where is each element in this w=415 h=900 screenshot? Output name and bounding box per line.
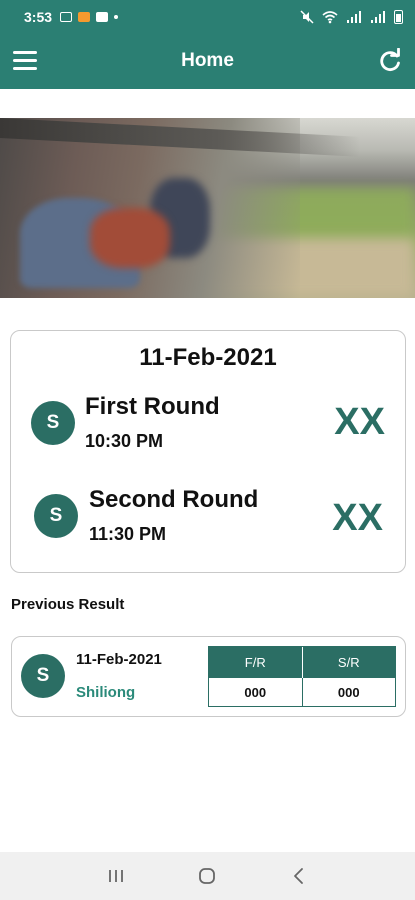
second-round-value: 000 [301,678,396,707]
status-time: 3:53 [24,8,53,25]
today-results-card: 11-Feb-2021 S First Round 10:30 PM XX S … [10,330,406,573]
second-round-header: S/R [301,647,396,678]
second-round-row: S Second Round 11:30 PM XX [11,486,405,559]
round-result: XX [334,401,385,443]
recents-icon[interactable] [101,861,131,891]
round-time: 11:30 PM [89,524,167,544]
round-result: XX [332,497,383,539]
result-table-row: 000 000 [209,678,395,707]
wifi-icon [322,10,338,23]
gallery-icon [60,11,73,22]
signal-icon [347,10,361,23]
hamburger-menu-icon[interactable] [13,51,37,71]
today-date: 11-Feb-2021 [139,344,277,371]
first-round-value: 000 [244,685,267,700]
first-round-row: S First Round 10:30 PM XX [11,393,405,463]
avatar: S [21,654,65,698]
first-round-header: F/R [244,655,266,670]
home-icon[interactable] [192,861,222,891]
previous-result-heading: Previous Result [11,596,125,613]
message-icon [96,11,109,22]
banner-image [0,118,415,298]
result-table: F/R S/R 000 000 [208,646,396,707]
status-bar: 3:53 [0,0,415,33]
battery-icon [394,9,403,24]
previous-result-card[interactable]: S 11-Feb-2021 Shiliong F/R S/R 000 000 [11,636,406,717]
back-icon[interactable] [284,861,314,891]
refresh-icon[interactable] [377,47,403,74]
round-name: Second Round [89,486,259,513]
avatar: S [31,401,75,445]
app-notification-icon [78,11,91,22]
notification-icons [60,11,119,22]
mute-icon [300,9,314,24]
previous-result-location: Shiliong [76,684,136,701]
more-notifications-icon [114,14,119,19]
round-name: First Round [85,393,220,420]
page-title: Home [181,50,234,71]
app-bar: Home [0,33,415,89]
round-time: 10:30 PM [85,431,164,451]
previous-result-date: 11-Feb-2021 [76,651,162,668]
system-navigation-bar [0,852,415,900]
signal-icon [371,10,385,23]
result-table-header: F/R S/R [209,647,395,678]
system-icons [300,9,403,24]
avatar: S [34,494,78,538]
